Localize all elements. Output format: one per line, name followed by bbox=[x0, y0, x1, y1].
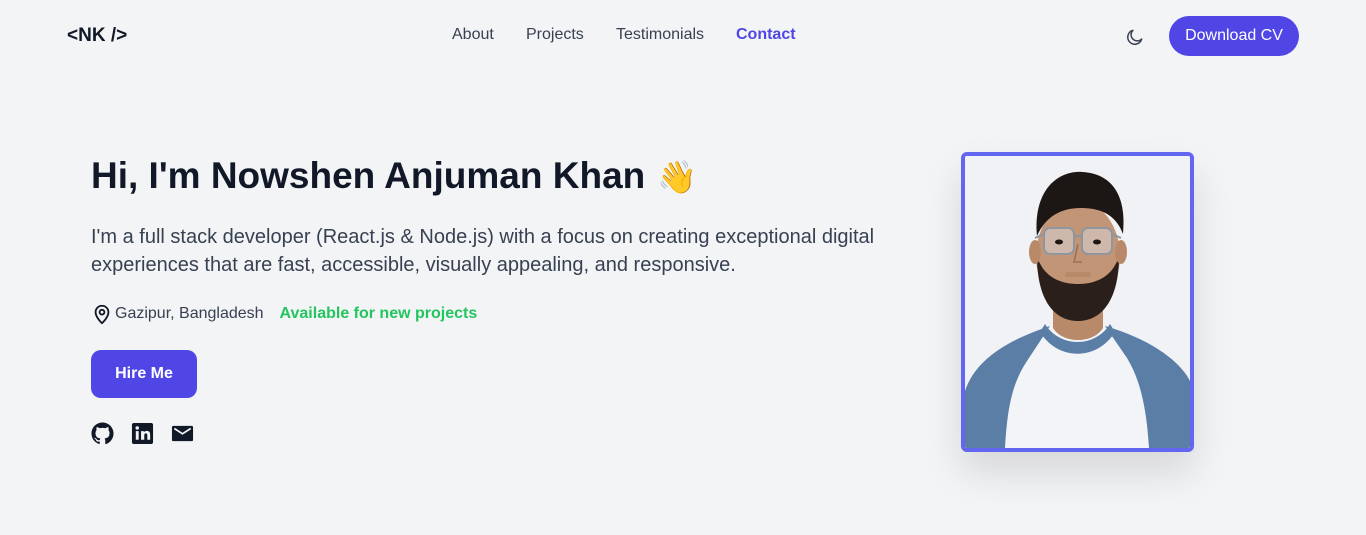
hero-meta: Gazipur, Bangladesh Available for new pr… bbox=[91, 302, 477, 326]
linkedin-icon bbox=[131, 422, 154, 445]
profile-portrait bbox=[965, 156, 1190, 448]
social-links bbox=[91, 422, 194, 445]
navbar: <NK /> About Projects Testimonials Conta… bbox=[0, 0, 1366, 70]
mail-icon bbox=[171, 425, 194, 442]
linkedin-link[interactable] bbox=[131, 422, 154, 445]
hero-title-text: Hi, I'm Nowshen Anjuman Khan bbox=[91, 155, 646, 196]
email-link[interactable] bbox=[171, 422, 194, 445]
github-icon bbox=[91, 422, 114, 445]
profile-photo bbox=[961, 152, 1194, 452]
nav-link-about[interactable]: About bbox=[452, 26, 494, 44]
location-text: Gazipur, Bangladesh bbox=[115, 305, 264, 322]
hero-title: Hi, I'm Nowshen Anjuman Khan 👋 bbox=[91, 155, 697, 197]
availability-status: Available for new projects bbox=[279, 305, 478, 322]
github-link[interactable] bbox=[91, 422, 114, 445]
download-cv-button[interactable]: Download CV bbox=[1169, 16, 1299, 56]
site-logo[interactable]: <NK /> bbox=[67, 25, 127, 47]
hire-me-button[interactable]: Hire Me bbox=[91, 350, 197, 398]
nav-link-projects[interactable]: Projects bbox=[526, 26, 584, 44]
location-pin-icon bbox=[94, 304, 110, 325]
nav-link-contact[interactable]: Contact bbox=[736, 26, 796, 44]
nav-link-testimonials[interactable]: Testimonials bbox=[616, 26, 704, 44]
hero-description: I'm a full stack developer (React.js & N… bbox=[91, 226, 875, 276]
moon-icon bbox=[1127, 29, 1143, 45]
theme-toggle-button[interactable] bbox=[1122, 24, 1148, 50]
wave-emoji: 👋 bbox=[657, 159, 698, 195]
